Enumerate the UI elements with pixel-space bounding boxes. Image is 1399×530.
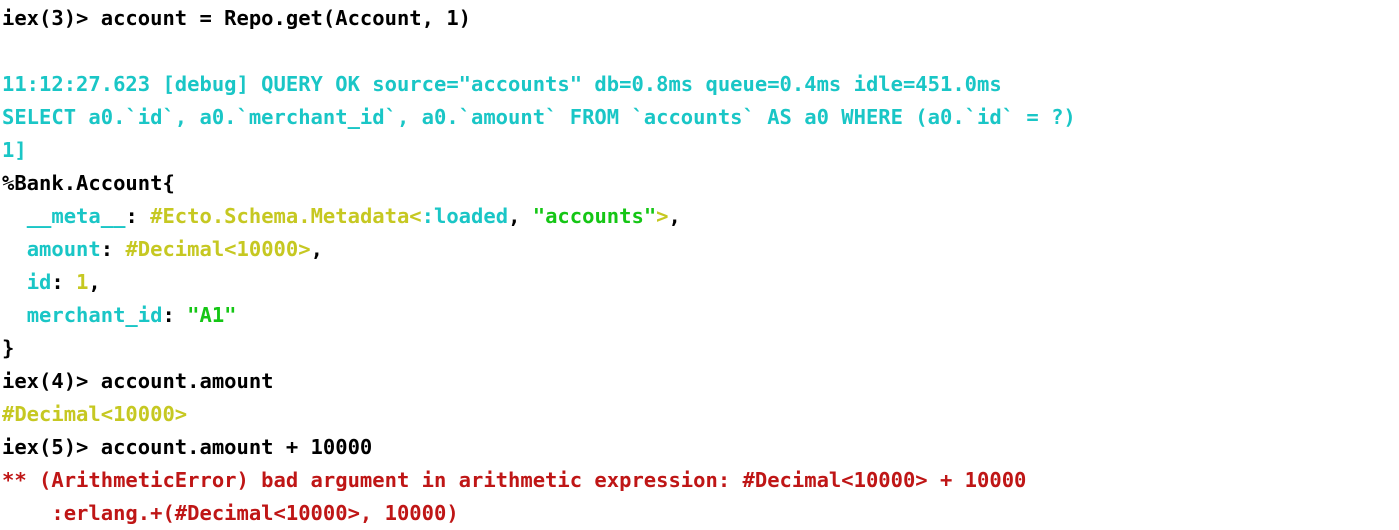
struct-open-line: %Bank.Account{ [2, 167, 1399, 200]
debug-query-log-line: 11:12:27.623 [debug] QUERY OK source="ac… [2, 68, 1399, 101]
text-segment: id [26, 270, 52, 294]
text-segment: , [310, 237, 323, 261]
text-segment [2, 303, 27, 327]
text-segment: iex(3)> account = Repo.get(Account, 1) [2, 6, 471, 30]
text-segment: :loaded [421, 204, 509, 228]
struct-field-merchant-id: merchant_id: "A1" [2, 299, 1399, 332]
text-segment: ** (ArithmeticError) bad argument in ari… [2, 468, 1027, 492]
text-segment: 1 [76, 270, 89, 294]
text-segment: , [668, 204, 681, 228]
text-segment: __meta__ [26, 204, 126, 228]
text-segment: : [51, 270, 77, 294]
text-segment: : [162, 303, 188, 327]
text-segment: "A1" [187, 303, 237, 327]
sql-statement-line: SELECT a0.`id`, a0.`merchant_id`, a0.`am… [2, 101, 1399, 134]
sql-params-line: 1] [2, 134, 1399, 167]
text-segment: "accounts" [532, 204, 657, 228]
text-segment: : [125, 204, 151, 228]
prompt-line-iex-4: iex(4)> account.amount [2, 365, 1399, 398]
prompt-line-iex-5: iex(5)> account.amount + 10000 [2, 431, 1399, 464]
text-segment: : [100, 237, 126, 261]
text-segment [2, 237, 27, 261]
text-segment: iex(5)> account.amount + 10000 [2, 435, 373, 459]
text-segment: > [656, 204, 669, 228]
struct-field-id: id: 1, [2, 266, 1399, 299]
text-segment [2, 204, 27, 228]
error-stacktrace-line: :erlang.+(#Decimal<10000>, 10000) [2, 497, 1399, 530]
text-segment: #Decimal<10000> [2, 402, 188, 426]
text-segment [2, 270, 27, 294]
text-segment: amount [26, 237, 101, 261]
text-segment: iex(4)> account.amount [2, 369, 274, 393]
struct-close-line: } [2, 332, 1399, 365]
text-segment: 11:12:27.623 [debug] QUERY OK source="ac… [2, 72, 1002, 96]
text-segment: } [2, 336, 15, 360]
terminal-output[interactable]: iex(3)> account = Repo.get(Account, 1) 11… [0, 0, 1399, 529]
struct-field-meta: __meta__: #Ecto.Schema.Metadata<:loaded,… [2, 200, 1399, 233]
text-segment: :erlang.+(#Decimal<10000>, 10000) [2, 501, 459, 525]
prompt-line-iex-3: iex(3)> account = Repo.get(Account, 1) [2, 2, 1399, 35]
struct-field-amount: amount: #Decimal<10000>, [2, 233, 1399, 266]
text-segment: #Ecto.Schema.Metadata< [150, 204, 422, 228]
decimal-result-line: #Decimal<10000> [2, 398, 1399, 431]
text-segment: #Decimal<10000> [125, 237, 311, 261]
text-segment: , [508, 204, 533, 228]
text-segment: merchant_id [26, 303, 163, 327]
arithmetic-error-line: ** (ArithmeticError) bad argument in ari… [2, 464, 1399, 497]
text-segment: SELECT a0.`id`, a0.`merchant_id`, a0.`am… [2, 105, 1076, 129]
text-segment: 1] [2, 138, 27, 162]
text-segment: , [88, 270, 101, 294]
text-segment: %Bank.Account{ [2, 171, 175, 195]
